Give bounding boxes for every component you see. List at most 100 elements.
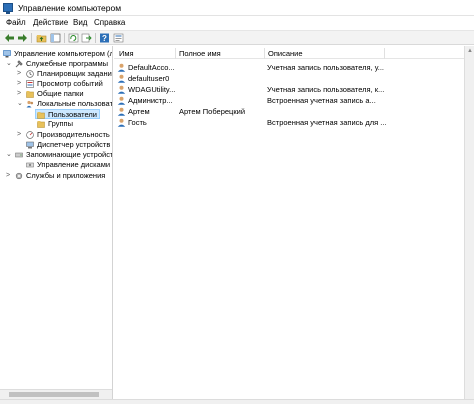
tree-item-label: Управление компьютером (л <box>14 49 113 58</box>
cell-name: Артем <box>128 107 150 116</box>
list-item-user[interactable]: DefaultAcco... Учетная запись пользовате… <box>114 62 464 73</box>
svg-text:?: ? <box>102 34 107 43</box>
tree-item-local-users-groups[interactable]: ⌄ Локальные пользовате <box>2 99 113 109</box>
scrollbar-thumb[interactable] <box>9 392 99 397</box>
toolbar: ? <box>0 30 474 45</box>
folder-icon <box>37 121 45 128</box>
tree-item-label: Запоминающие устройст <box>26 150 113 159</box>
forward-icon[interactable] <box>17 33 28 43</box>
cell-name: Гость <box>128 118 147 127</box>
disk-management-icon <box>26 162 34 168</box>
user-icon <box>117 85 126 94</box>
cell-description: Учетная запись пользователя, к... <box>267 85 385 94</box>
chevron-right-icon[interactable]: > <box>17 69 24 79</box>
tree-item-label: Общие папки <box>37 89 84 98</box>
list-item-user[interactable]: Артем Артем Поберецкий <box>114 106 464 117</box>
tree-item-label: Группы <box>48 119 73 128</box>
chevron-right-icon[interactable]: > <box>17 79 24 89</box>
chevron-right-icon[interactable]: > <box>6 171 13 181</box>
tools-icon <box>15 60 23 68</box>
console-tree: Управление компьютером (л ⌄ Служебные пр… <box>0 46 113 399</box>
tree-item-task-scheduler[interactable]: > Планировщик заданий <box>2 69 113 79</box>
menu-file[interactable]: Файл <box>6 18 26 27</box>
services-icon <box>15 172 23 180</box>
tree-item-label: Службы и приложения <box>26 171 106 180</box>
column-header-description[interactable]: Описание <box>265 48 385 59</box>
chevron-right-icon[interactable]: > <box>17 89 24 99</box>
cell-name: defaultuser0 <box>128 74 170 83</box>
storage-icon <box>15 152 23 158</box>
list-item-user[interactable]: WDAGUtility... Учетная запись пользовате… <box>114 84 464 95</box>
user-icon <box>117 63 126 72</box>
tree-item-computer-management[interactable]: Управление компьютером (л <box>2 49 113 59</box>
shared-folders-icon <box>26 91 34 98</box>
tree-item-label: Управление дисками <box>37 160 111 169</box>
column-header-name[interactable]: Имя <box>116 48 176 59</box>
chevron-down-icon[interactable]: ⌄ <box>6 59 13 69</box>
tree-item-label: Планировщик заданий <box>37 69 113 78</box>
toolbar-separator <box>95 33 96 43</box>
export-icon[interactable] <box>81 33 92 43</box>
tree-item-users[interactable]: Пользователи <box>35 109 100 119</box>
toolbar-separator <box>31 33 32 43</box>
vertical-scrollbar[interactable]: ▲ <box>464 46 474 399</box>
tree-item-services-applications[interactable]: > Службы и приложения <box>2 171 112 181</box>
list-item-user[interactable]: Гость Встроенная учетная запись для ... <box>114 117 464 128</box>
tree-item-disk-management[interactable]: Управление дисками <box>2 160 112 170</box>
column-header-fullname[interactable]: Полное имя <box>176 48 265 59</box>
local-users-icon <box>26 100 34 108</box>
users-list-view: Имя Полное имя Описание DefaultAcco... У… <box>114 46 464 399</box>
user-icon <box>117 118 126 127</box>
tree-item-label: Производительность <box>37 130 110 139</box>
tree-item-event-viewer[interactable]: > Просмотр событий <box>2 79 112 89</box>
folder-icon <box>37 112 45 119</box>
tree-item-performance[interactable]: > Производительность <box>2 130 112 140</box>
tree-horizontal-scrollbar[interactable] <box>0 389 112 399</box>
tree-item-storage[interactable]: ⌄ Запоминающие устройст <box>2 150 113 160</box>
folder-up-icon[interactable] <box>36 33 47 43</box>
tree-item-label: Локальные пользовате <box>37 99 113 108</box>
user-icon <box>117 96 126 105</box>
tree-item-shared-folders[interactable]: > Общие папки <box>2 89 112 99</box>
performance-icon <box>26 131 34 139</box>
menu-help[interactable]: Справка <box>94 18 125 27</box>
console-tree-icon[interactable] <box>50 33 61 43</box>
tree-item-device-manager[interactable]: Диспетчер устройств <box>2 140 112 150</box>
chevron-down-icon[interactable]: ⌄ <box>17 99 24 109</box>
status-bar <box>0 399 474 404</box>
list-header: Имя Полное имя Описание <box>114 46 464 59</box>
tree-item-label: Диспетчер устройств <box>37 140 111 149</box>
cell-name: WDAGUtility... <box>128 85 176 94</box>
menu-view[interactable]: Вид <box>73 18 87 27</box>
cell-name: DefaultAcco... <box>128 63 175 72</box>
cell-name: Администр... <box>128 96 173 105</box>
task-scheduler-icon <box>26 70 34 78</box>
tree-item-groups[interactable]: Группы <box>36 119 106 129</box>
cell-description: Встроенная учетная запись для ... <box>267 118 387 127</box>
cell-description: Встроенная учетная запись а... <box>267 96 376 105</box>
window-title: Управление компьютером <box>18 3 122 13</box>
user-icon <box>117 74 126 83</box>
computer-management-app-icon <box>3 3 13 14</box>
menu-action[interactable]: Действие <box>33 18 68 27</box>
tree-item-system-tools[interactable]: ⌄ Служебные программы <box>2 59 112 69</box>
computer-management-icon <box>3 50 11 58</box>
list-item-user[interactable]: defaultuser0 <box>114 73 464 84</box>
refresh-icon[interactable] <box>68 33 79 43</box>
help-icon[interactable]: ? <box>99 33 110 43</box>
back-icon[interactable] <box>4 33 15 43</box>
menu-bar: Файл Действие Вид Справка <box>0 16 474 30</box>
tree-item-label: Служебные программы <box>26 59 108 68</box>
cell-fullname: Артем Поберецкий <box>179 107 246 116</box>
tree-item-label: Просмотр событий <box>37 79 103 88</box>
chevron-right-icon[interactable]: > <box>17 130 24 140</box>
title-bar: Управление компьютером <box>0 0 474 16</box>
chevron-down-icon[interactable]: ⌄ <box>6 150 13 160</box>
device-manager-icon <box>26 141 34 149</box>
toolbar-separator <box>64 33 65 43</box>
scroll-up-arrow-icon[interactable]: ▲ <box>467 48 473 54</box>
user-icon <box>117 107 126 116</box>
list-item-user[interactable]: Администр... Встроенная учетная запись а… <box>114 95 464 106</box>
properties-icon[interactable] <box>113 33 124 43</box>
event-viewer-icon <box>26 80 34 88</box>
